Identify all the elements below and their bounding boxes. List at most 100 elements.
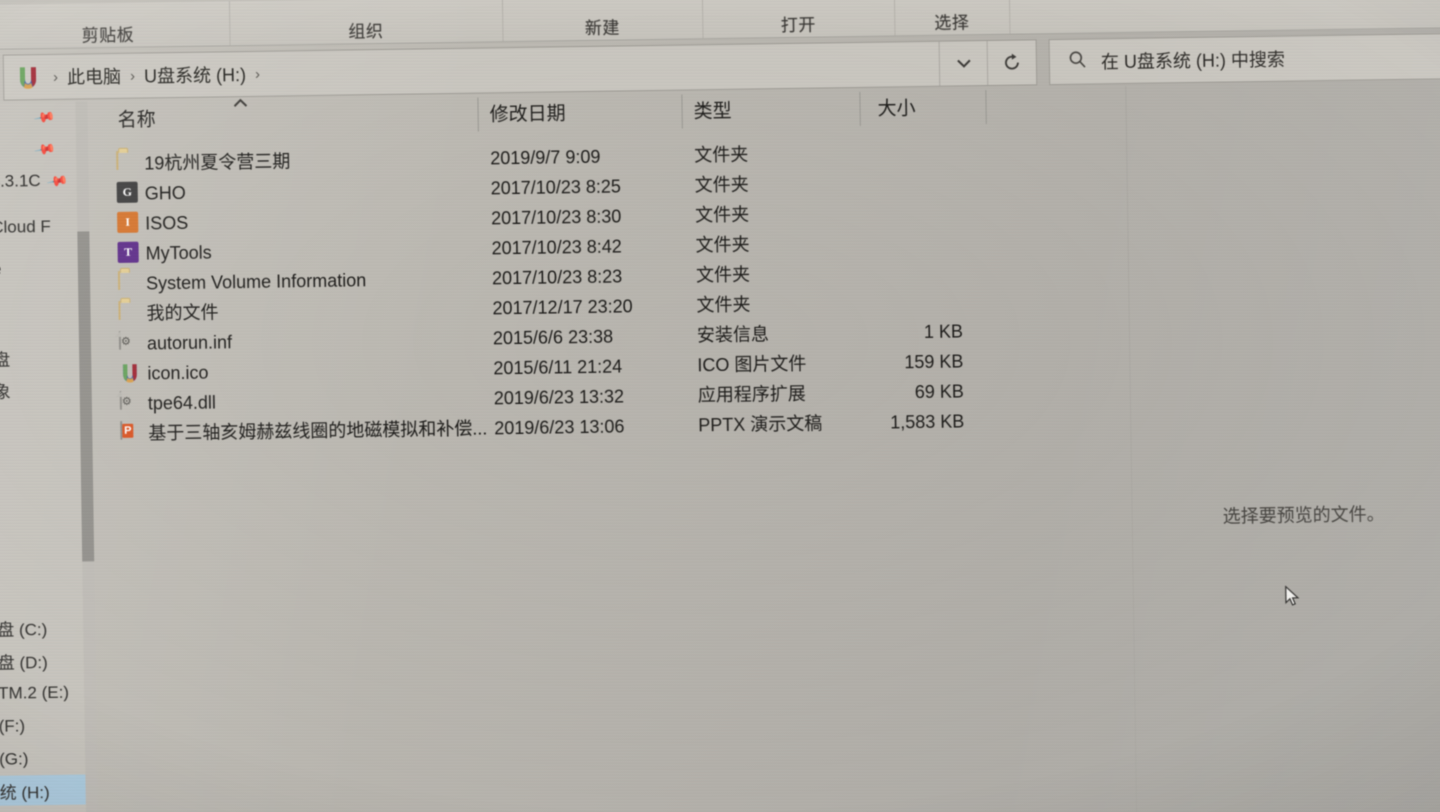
file-name[interactable]: MyTools [145, 238, 212, 269]
column-divider[interactable] [859, 91, 861, 126]
file-modified: 2019/6/23 13:06 [494, 416, 625, 439]
file-modified: 2017/10/23 8:30 [491, 206, 622, 229]
file-rows: 19杭州夏令营三期 2019/9/7 9:09 文件夹 G GHO 2017/1… [88, 129, 1440, 449]
nav-pin-row[interactable]: 📌 [0, 102, 76, 133]
file-name[interactable]: 基于三轴亥姆赫兹线圈的地磁模拟和补偿... [148, 413, 487, 448]
nav-item-label: 盘 (D:) [0, 652, 48, 673]
u-logo-icon [119, 362, 141, 384]
nav-item-version[interactable]: 3.3.1C 📌 [0, 166, 77, 197]
column-header-name[interactable]: 名称 [117, 104, 156, 132]
folder-icon [117, 270, 140, 294]
ribbon-group-label: 打开 [780, 15, 816, 36]
iso-folder-icon: I [117, 211, 139, 234]
file-type: 文件夹 [694, 144, 749, 166]
mouse-pointer-icon [1285, 585, 1301, 607]
breadcrumb-separator: › [52, 68, 59, 86]
nav-item-drive-c[interactable]: 盘 (C:) [0, 612, 83, 643]
nav-item-label: (G:) [0, 749, 29, 769]
pin-icon: 📌 [33, 137, 57, 161]
dll-icon: ⚙ [119, 390, 142, 414]
file-name[interactable]: 我的文件 [146, 297, 218, 328]
nav-item-label: 3.3.1C [0, 171, 41, 191]
nav-item-cloud[interactable]: Cloud F [0, 212, 77, 243]
file-type: 文件夹 [695, 204, 750, 226]
file-name[interactable]: autorun.inf [147, 327, 232, 358]
column-divider[interactable] [477, 97, 479, 132]
file-type: 文件夹 [696, 294, 751, 316]
file-type: 文件夹 [695, 234, 750, 256]
tools-folder-icon: T [117, 241, 139, 264]
nav-item-label: (F:) [0, 716, 26, 736]
navigation-pane: 📌 📌 3.3.1C 📌 Cloud F e 盘 象 [0, 101, 87, 812]
column-divider[interactable] [681, 94, 683, 129]
breadcrumb-separator-trailing[interactable]: › [248, 65, 267, 82]
ribbon-group-label: 新建 [584, 18, 621, 38]
ribbon-group-select[interactable]: 选择 [893, 0, 1011, 36]
ribbon-group-label: 选择 [934, 13, 970, 33]
nav-item-disk[interactable]: 盘 [0, 342, 79, 373]
folder-icon [118, 300, 140, 324]
column-divider[interactable] [985, 90, 987, 125]
breadcrumb-separator: › [129, 67, 136, 85]
ribbon-group-label: 剪贴板 [81, 25, 135, 46]
file-modified: 2015/6/11 21:24 [493, 356, 623, 379]
nav-item-label: e [0, 260, 2, 280]
nav-item-label: 统 (H:) [0, 782, 50, 803]
file-modified: 2017/10/23 8:25 [490, 176, 621, 199]
usb-drive-u-logo-icon [16, 64, 40, 90]
file-name[interactable]: ISOS [145, 208, 188, 239]
file-list-pane: 名称 修改日期 类型 大小 19杭州夏令营三期 2019/9/7 9:09 文件… [87, 81, 1440, 812]
preview-pane-message: 选择要预览的文件。 [1222, 504, 1385, 527]
nav-item-object[interactable]: 象 [0, 374, 80, 405]
ribbon-group-open[interactable]: 打开 [701, 0, 896, 39]
nav-item-drive-i[interactable]: 动器 (I:) [0, 807, 86, 812]
breadcrumb-item-this-pc[interactable]: 此电脑 [65, 63, 123, 90]
nav-item-label: 象 [0, 382, 11, 402]
file-type: 文件夹 [694, 174, 749, 196]
nav-item-drive-g[interactable]: (G:) [0, 743, 85, 774]
powerpoint-icon [120, 420, 142, 444]
file-type: 安装信息 [696, 324, 770, 346]
file-size: 69 KB [914, 381, 964, 403]
file-modified: 2017/10/23 8:42 [491, 236, 622, 259]
file-name[interactable]: tpe64.dll [148, 388, 217, 419]
file-type: 文件夹 [695, 264, 751, 286]
file-name[interactable]: System Volume Information [146, 265, 367, 298]
nav-item-drive-h-selected[interactable]: 统 (H:) [0, 774, 86, 806]
ribbon-group-new[interactable]: 新建 [501, 0, 704, 42]
column-header-type[interactable]: 类型 [693, 96, 731, 124]
nav-item-label: TM.2 (E:) [0, 682, 70, 703]
search-icon [1068, 50, 1087, 74]
nav-item-drive-f[interactable]: (F:) [0, 710, 85, 741]
nav-item-label: 盘 [0, 350, 11, 370]
search-box[interactable]: 在 U盘系统 (H:) 中搜索 [1048, 33, 1440, 86]
file-modified: 2017/10/23 8:23 [491, 266, 623, 289]
search-input[interactable]: 在 U盘系统 (H:) 中搜索 [1101, 46, 1285, 75]
file-modified: 2015/6/6 23:38 [492, 326, 614, 349]
file-size: 1,583 KB [890, 411, 965, 433]
ribbon-group-organize[interactable]: 组织 [228, 0, 504, 46]
nav-pin-row[interactable]: 📌 [0, 134, 76, 165]
ribbon-group-clipboard[interactable]: 剪贴板 [0, 1, 231, 49]
ribbon-group-label: 组织 [348, 21, 384, 42]
file-size: 159 KB [904, 351, 964, 373]
breadcrumb-item-usb-drive[interactable]: U盘系统 (H:) [142, 61, 248, 89]
file-modified: 2019/9/7 9:09 [490, 146, 601, 169]
nav-item-drive-d[interactable]: 盘 (D:) [0, 644, 84, 675]
chevron-down-icon[interactable] [938, 41, 989, 86]
file-name[interactable]: icon.ico [147, 358, 208, 389]
refresh-icon[interactable] [986, 40, 1037, 86]
column-header-size[interactable]: 大小 [877, 93, 915, 121]
nav-item-drive-e[interactable]: TM.2 (E:) [0, 677, 84, 708]
nav-item-e[interactable]: e [0, 254, 78, 285]
file-name[interactable]: GHO [145, 178, 186, 209]
ghost-app-icon: G [116, 181, 139, 204]
column-header-modified[interactable]: 修改日期 [489, 98, 565, 126]
file-size [788, 136, 960, 139]
pin-icon: 📌 [32, 105, 57, 129]
setup-information-icon: ⚙ [118, 330, 141, 354]
nav-item-label: Cloud F [0, 216, 51, 237]
nav-item-label: 盘 (C:) [0, 619, 48, 640]
file-name[interactable]: 19杭州夏令营三期 [144, 146, 290, 178]
folder-icon [116, 150, 138, 174]
